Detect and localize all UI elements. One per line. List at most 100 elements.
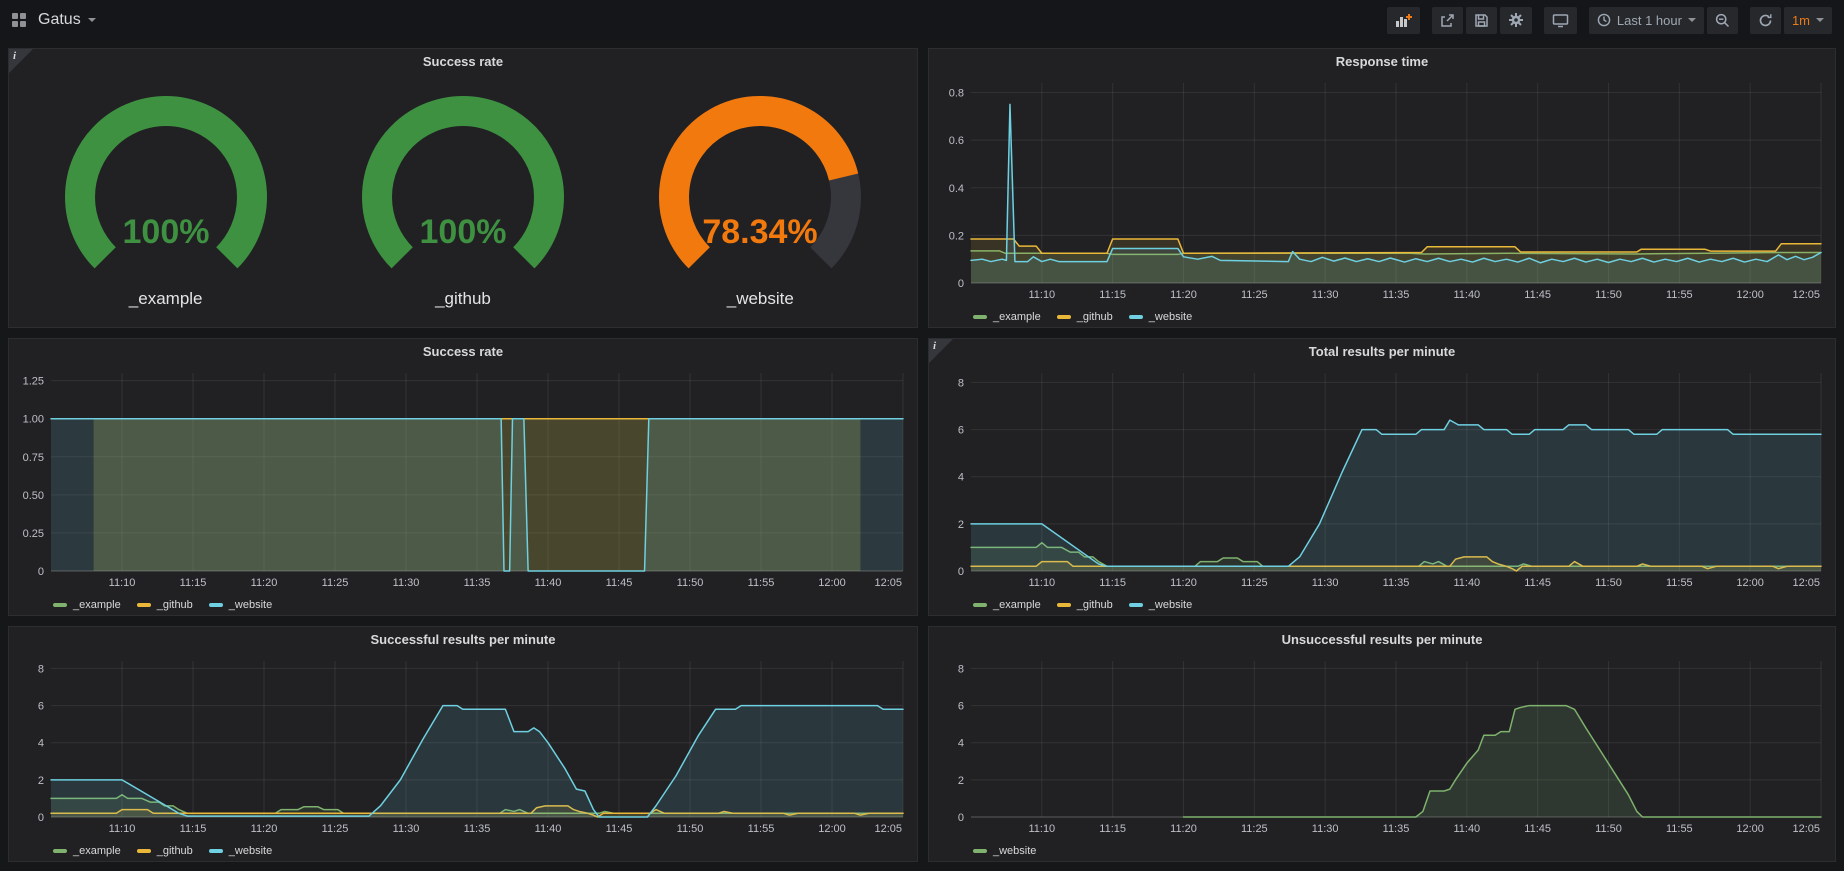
legend-item-_github[interactable]: _github bbox=[1057, 599, 1113, 611]
dashboard-title-dropdown[interactable]: Gatus bbox=[38, 11, 96, 29]
legend-color-dash bbox=[53, 603, 67, 607]
legend-item-_website[interactable]: _website bbox=[209, 845, 272, 857]
apps-grid-icon[interactable] bbox=[12, 13, 26, 27]
tv-mode-button[interactable] bbox=[1544, 7, 1577, 34]
svg-text:11:15: 11:15 bbox=[1099, 577, 1126, 589]
svg-text:0.6: 0.6 bbox=[949, 135, 964, 147]
legend-item-_github[interactable]: _github bbox=[137, 599, 193, 611]
svg-text:11:20: 11:20 bbox=[1170, 577, 1197, 589]
gauge-row: 100%_example100%_github78.34%_website bbox=[9, 75, 917, 327]
chart-svg: 0246811:1011:1511:2011:2511:3011:3511:40… bbox=[929, 653, 1835, 837]
svg-text:11:45: 11:45 bbox=[606, 577, 633, 589]
legend-color-dash bbox=[1057, 603, 1071, 607]
panel-title[interactable]: Unsuccessful results per minute bbox=[929, 627, 1835, 653]
panel-info-icon[interactable]: i bbox=[929, 339, 953, 363]
svg-text:6: 6 bbox=[958, 425, 964, 437]
legend-color-dash bbox=[53, 849, 67, 853]
response-time-chart: 00.20.40.60.811:1011:1511:2011:2511:3011… bbox=[929, 75, 1835, 308]
legend-item-_example[interactable]: _example bbox=[973, 311, 1041, 323]
legend-color-dash bbox=[973, 603, 987, 607]
gauge-value: 78.34% bbox=[703, 213, 818, 251]
panel-title[interactable]: Successful results per minute bbox=[9, 627, 917, 653]
svg-text:6: 6 bbox=[958, 701, 964, 713]
share-icon bbox=[1440, 13, 1455, 28]
svg-text:11:45: 11:45 bbox=[1524, 823, 1551, 835]
legend-color-dash bbox=[1057, 315, 1071, 319]
legend-color-dash bbox=[973, 315, 987, 319]
svg-text:11:55: 11:55 bbox=[748, 577, 775, 589]
zoom-out-icon bbox=[1715, 13, 1730, 28]
legend-item-_example[interactable]: _example bbox=[53, 845, 121, 857]
svg-text:11:15: 11:15 bbox=[180, 823, 207, 835]
tv-icon bbox=[1552, 13, 1569, 28]
refresh-interval-dropdown[interactable]: 1m bbox=[1784, 7, 1832, 34]
chart-legend: _example _github _website bbox=[9, 596, 917, 616]
panel-title[interactable]: Total results per minute bbox=[929, 339, 1835, 365]
legend-item-_website[interactable]: _website bbox=[1129, 599, 1192, 611]
panel-info-icon[interactable]: i bbox=[9, 49, 33, 73]
svg-text:12:05: 12:05 bbox=[874, 823, 902, 835]
svg-text:11:40: 11:40 bbox=[1453, 577, 1480, 589]
save-button[interactable] bbox=[1466, 7, 1497, 34]
dashboard-grid: i Success rate 100% _example 100% _github 78… bbox=[0, 40, 1844, 870]
svg-text:12:05: 12:05 bbox=[1792, 577, 1820, 589]
panel-title[interactable]: Success rate bbox=[9, 339, 917, 365]
add-panel-icon bbox=[1395, 13, 1412, 28]
legend-item-_website[interactable]: _website bbox=[209, 599, 272, 611]
svg-text:11:40: 11:40 bbox=[1453, 289, 1480, 301]
panel-successful-results: Successful results per minute 0246811:10… bbox=[8, 626, 918, 862]
svg-text:11:25: 11:25 bbox=[1241, 289, 1268, 301]
svg-text:8: 8 bbox=[958, 663, 964, 675]
legend-item-_example[interactable]: _example bbox=[973, 599, 1041, 611]
svg-text:11:45: 11:45 bbox=[606, 823, 633, 835]
chart-legend: _website bbox=[929, 842, 1835, 862]
legend-label: _website bbox=[1149, 311, 1192, 323]
svg-text:12:05: 12:05 bbox=[874, 577, 902, 589]
legend-item-_example[interactable]: _example bbox=[53, 599, 121, 611]
legend-color-dash bbox=[1129, 315, 1143, 319]
panel-success-rate-graph: Success rate 00.250.500.751.001.2511:101… bbox=[8, 338, 918, 616]
legend-color-dash bbox=[137, 603, 151, 607]
gauge-svg: 100% bbox=[44, 93, 288, 289]
unsuccessful-results-chart: 0246811:1011:1511:2011:2511:3011:3511:40… bbox=[929, 653, 1835, 842]
svg-text:0: 0 bbox=[38, 566, 44, 578]
time-range-picker[interactable]: Last 1 hour bbox=[1589, 7, 1704, 34]
caret-down-icon bbox=[88, 18, 96, 22]
gauge-_website: 78.34% _website bbox=[638, 93, 882, 309]
chart-svg: 0246811:1011:1511:2011:2511:3011:3511:40… bbox=[9, 653, 917, 837]
legend-label: _example bbox=[993, 311, 1041, 323]
settings-button[interactable] bbox=[1500, 7, 1532, 34]
dashboard-title: Gatus bbox=[38, 11, 81, 29]
svg-text:11:20: 11:20 bbox=[251, 823, 278, 835]
svg-text:12:00: 12:00 bbox=[1736, 577, 1764, 589]
legend-item-_website[interactable]: _website bbox=[973, 845, 1036, 857]
success-rate-chart: 00.250.500.751.001.2511:1011:1511:2011:2… bbox=[9, 365, 917, 596]
legend-item-_github[interactable]: _github bbox=[1057, 311, 1113, 323]
legend-label: _example bbox=[993, 599, 1041, 611]
legend-label: _website bbox=[229, 845, 272, 857]
svg-text:12:00: 12:00 bbox=[1736, 823, 1764, 835]
legend-label: _github bbox=[1077, 599, 1113, 611]
svg-text:11:30: 11:30 bbox=[393, 577, 420, 589]
legend-color-dash bbox=[209, 849, 223, 853]
panel-title[interactable]: Response time bbox=[929, 49, 1835, 75]
svg-text:0.50: 0.50 bbox=[23, 490, 44, 502]
zoom-out-button[interactable] bbox=[1707, 7, 1738, 34]
svg-text:11:55: 11:55 bbox=[1666, 289, 1693, 301]
panel-title[interactable]: Success rate bbox=[9, 49, 917, 75]
gauge-svg: 100% bbox=[341, 93, 585, 289]
legend-label: _example bbox=[73, 845, 121, 857]
chart-svg: 00.250.500.751.001.2511:1011:1511:2011:2… bbox=[9, 365, 917, 591]
panel-total-results: i Total results per minute 0246811:1011:… bbox=[928, 338, 1836, 616]
share-button[interactable] bbox=[1432, 7, 1463, 34]
legend-item-_website[interactable]: _website bbox=[1129, 311, 1192, 323]
legend-item-_github[interactable]: _github bbox=[137, 845, 193, 857]
chart-legend: _example _github _website bbox=[929, 596, 1835, 616]
svg-text:11:25: 11:25 bbox=[322, 577, 349, 589]
refresh-button[interactable] bbox=[1750, 7, 1781, 34]
svg-text:11:40: 11:40 bbox=[1453, 823, 1480, 835]
legend-color-dash bbox=[1129, 603, 1143, 607]
svg-text:0: 0 bbox=[958, 566, 964, 578]
add-panel-button[interactable] bbox=[1387, 7, 1420, 34]
gauge-label: _website bbox=[727, 289, 794, 309]
